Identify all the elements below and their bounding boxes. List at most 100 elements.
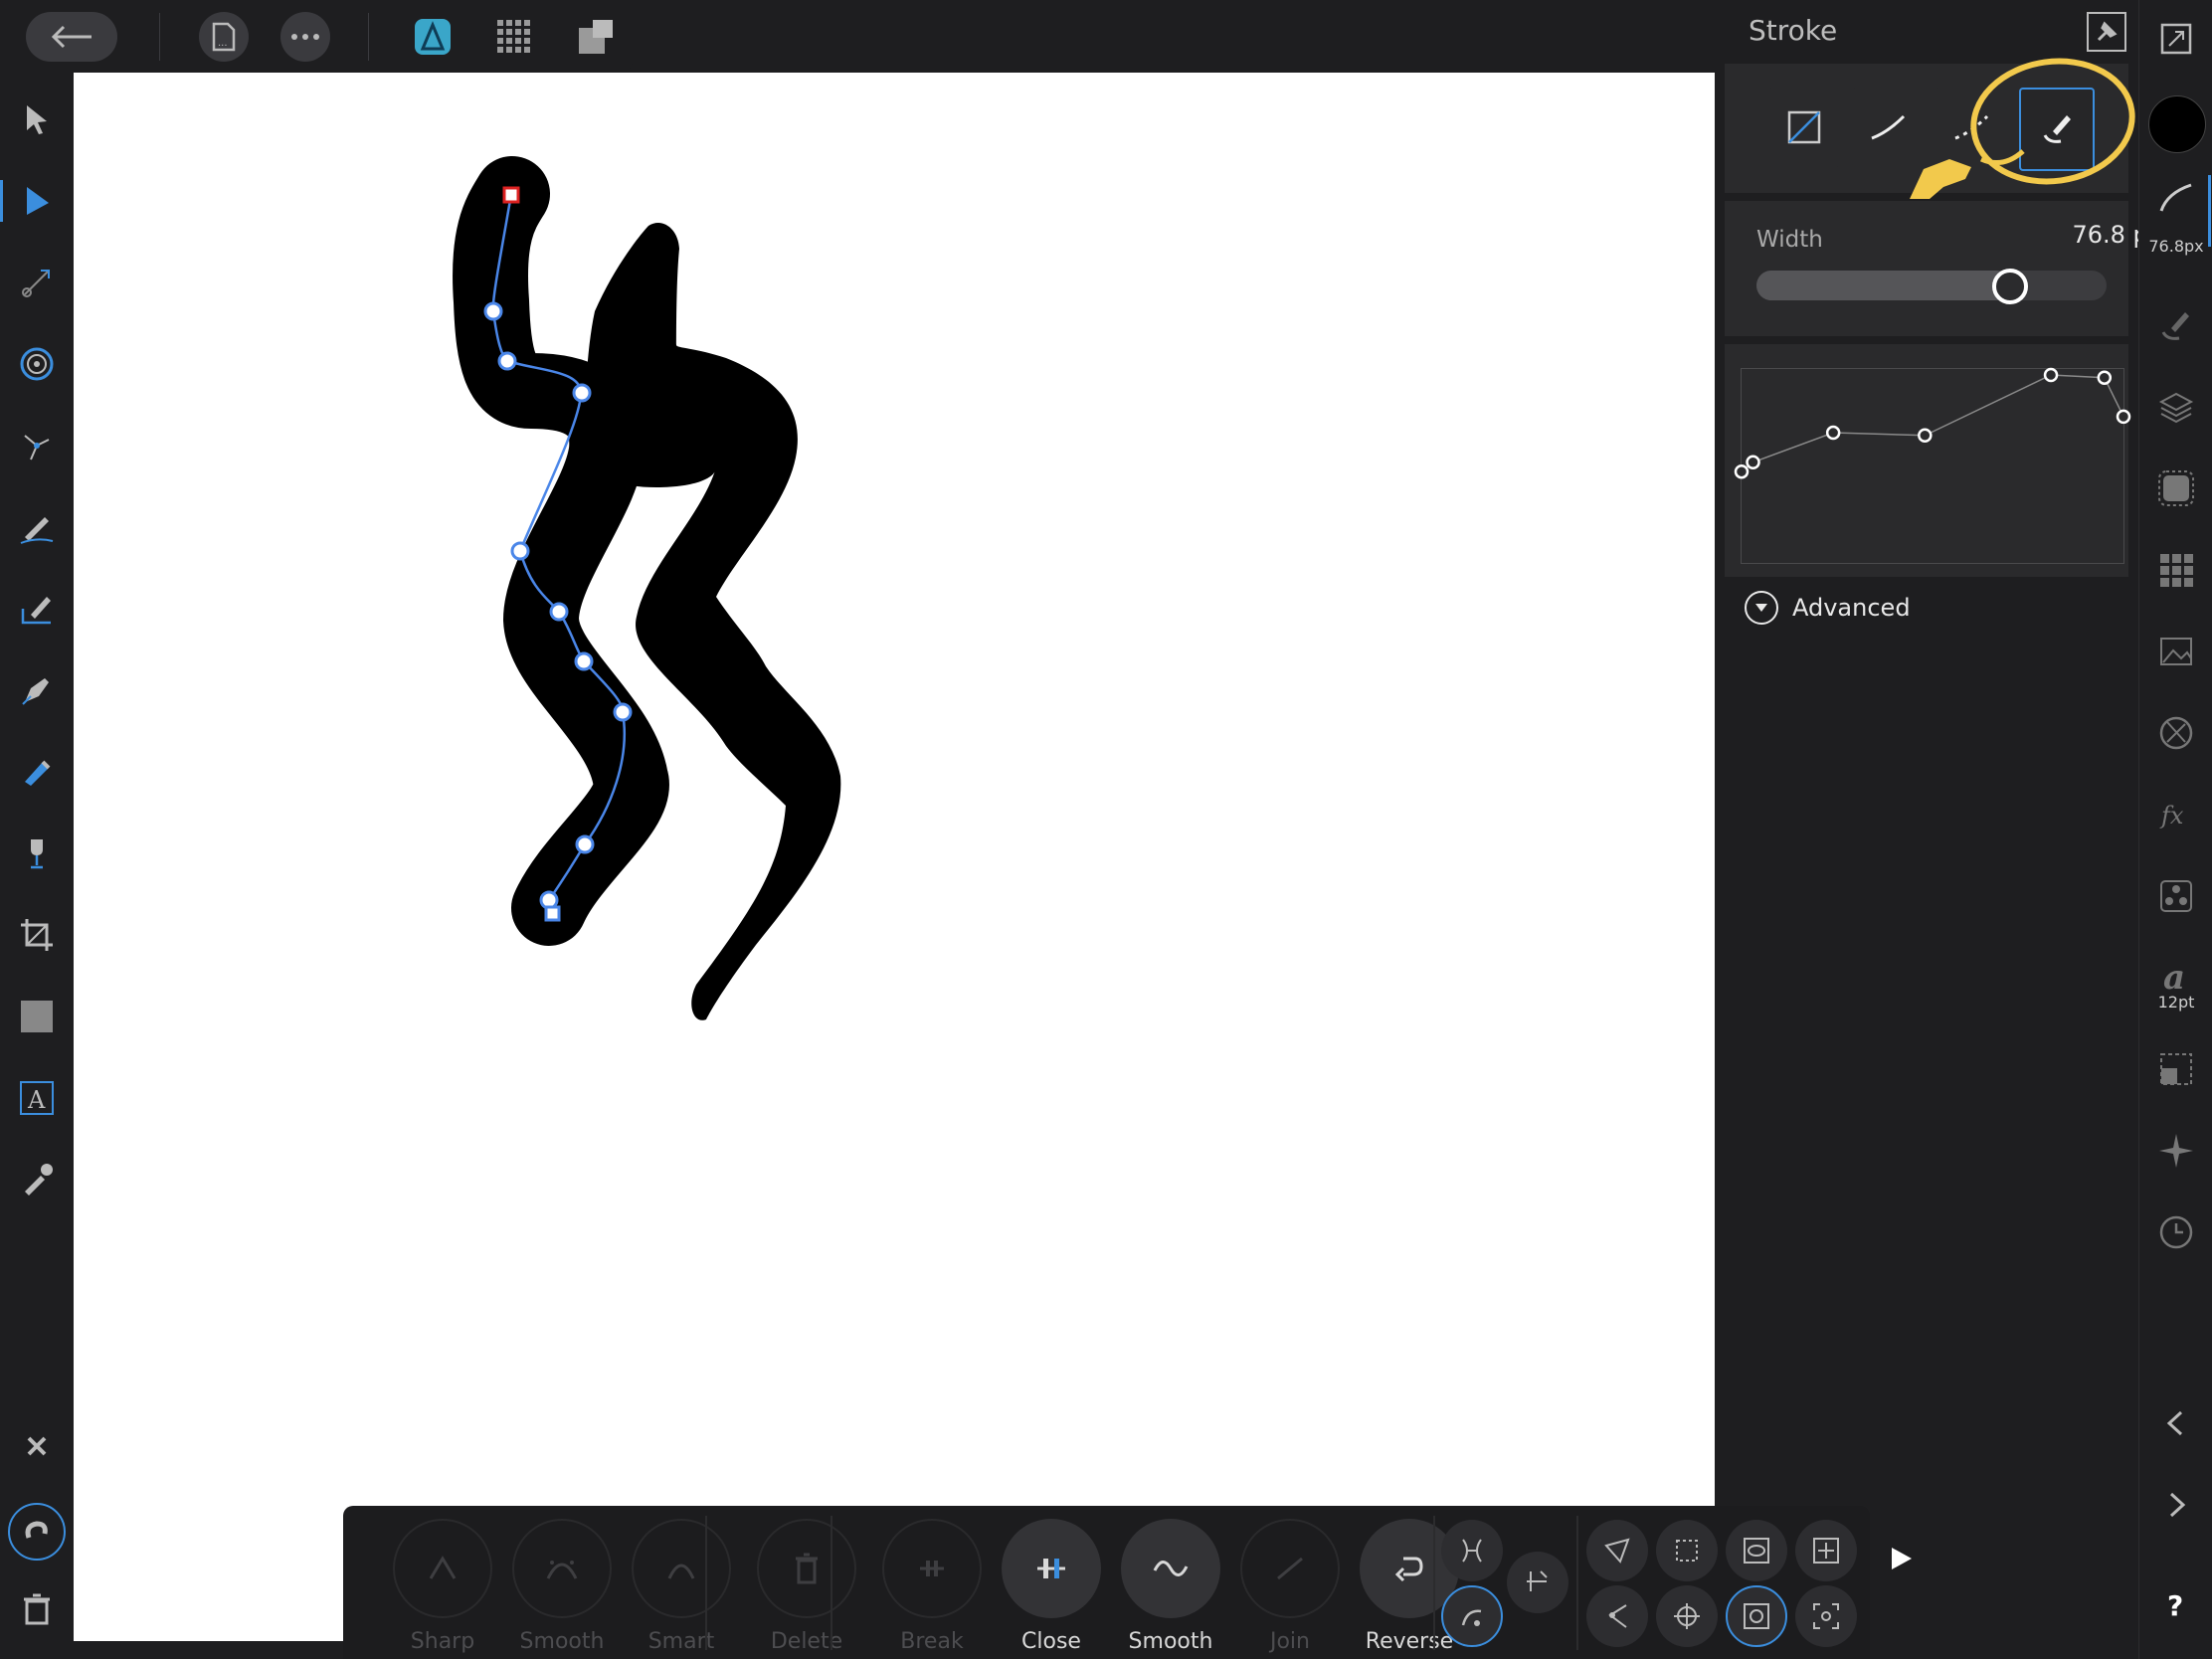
- pressure-point[interactable]: [2097, 370, 2113, 385]
- snap-to-nodes-button[interactable]: [1795, 1520, 1857, 1581]
- color-well[interactable]: [2148, 95, 2206, 153]
- effects-tab[interactable]: fx: [2151, 790, 2201, 839]
- align-nodes-button[interactable]: [1441, 1520, 1503, 1581]
- end-node[interactable]: [544, 905, 561, 922]
- crop-icon: [21, 919, 53, 951]
- curve-node[interactable]: [613, 702, 633, 722]
- collapse-left-button[interactable]: [2151, 1398, 2201, 1448]
- trash-icon: [796, 1553, 818, 1584]
- curve-node[interactable]: [510, 541, 530, 561]
- transform-tab[interactable]: [2151, 1044, 2201, 1094]
- close-button[interactable]: [1002, 1519, 1101, 1618]
- navigator-tab[interactable]: [2151, 1126, 2201, 1176]
- pressure-point[interactable]: [2116, 409, 2131, 425]
- fill-tool[interactable]: [12, 747, 62, 797]
- designer-persona-button[interactable]: [408, 12, 458, 62]
- dots-square-icon: [2160, 880, 2192, 912]
- history-tab[interactable]: [2151, 1207, 2201, 1257]
- context-button-label: Join: [1269, 1629, 1310, 1654]
- rounded-square-icon: [2158, 470, 2194, 506]
- layers-icon: [2158, 392, 2194, 424]
- start-node[interactable]: [502, 186, 520, 204]
- delete-button: [757, 1519, 856, 1618]
- pencil-tool[interactable]: [12, 502, 62, 552]
- select-mode-button[interactable]: [1586, 1585, 1648, 1647]
- curve-node[interactable]: [483, 301, 503, 321]
- text-frame-icon: A: [20, 1081, 54, 1115]
- swatches-tab[interactable]: [2151, 545, 2201, 595]
- snapping-button[interactable]: [8, 1503, 66, 1561]
- appearance-tab[interactable]: [2151, 463, 2201, 513]
- advanced-toggle[interactable]: Advanced: [1745, 591, 1911, 625]
- resize-canvas-icon: [2160, 23, 2192, 55]
- pressure-point[interactable]: [1734, 463, 1750, 479]
- curve-node[interactable]: [574, 651, 594, 671]
- layers-tab[interactable]: [2151, 382, 2201, 432]
- width-slider-knob[interactable]: [1992, 269, 2028, 304]
- move-tool[interactable]: [12, 94, 62, 144]
- transform-nodes-button[interactable]: [1726, 1585, 1787, 1647]
- point-transform-tool[interactable]: [12, 339, 62, 389]
- question-mark-icon: ?: [2167, 1589, 2183, 1622]
- vector-brush-tool[interactable]: [12, 584, 62, 634]
- curve-node[interactable]: [549, 602, 569, 622]
- document-canvas[interactable]: [74, 73, 1715, 1641]
- document-button[interactable]: ...: [199, 12, 249, 62]
- node-arrow-icon: [27, 187, 49, 215]
- assets-tab[interactable]: [2151, 627, 2201, 676]
- pressure-curve[interactable]: [1734, 367, 2131, 563]
- transparency-tool[interactable]: [12, 829, 62, 878]
- contour-tool[interactable]: [12, 421, 62, 470]
- pressure-point[interactable]: [1825, 425, 1841, 441]
- node-tool[interactable]: [12, 176, 62, 226]
- pressure-point[interactable]: [1746, 455, 1760, 469]
- curve-node[interactable]: [575, 834, 595, 854]
- pen-tool[interactable]: [12, 665, 62, 715]
- rectangle-tool[interactable]: [12, 992, 62, 1041]
- stroke-none-button[interactable]: [1768, 88, 1840, 167]
- brushes-tab[interactable]: [2151, 300, 2201, 350]
- more-button[interactable]: [280, 12, 330, 62]
- pressure-point[interactable]: [2043, 367, 2059, 383]
- symbols-tab[interactable]: [2151, 871, 2201, 921]
- help-button[interactable]: ?: [2151, 1579, 2201, 1629]
- smart-node-icon: [667, 1564, 695, 1579]
- expand-toolbar-button[interactable]: [1890, 1546, 1914, 1575]
- pixel-grid-icon: [497, 20, 530, 53]
- smooth-button[interactable]: [1121, 1519, 1220, 1618]
- crop-tool[interactable]: [12, 910, 62, 960]
- styles-tab[interactable]: [2151, 708, 2201, 758]
- show-handles-button[interactable]: [1726, 1520, 1787, 1581]
- brush-stroke-artwork[interactable]: [74, 73, 1715, 1641]
- width-slider-fill: [1756, 271, 2010, 300]
- color-picker-tool[interactable]: [12, 1155, 62, 1204]
- export-persona-button[interactable]: [571, 12, 621, 62]
- aperture-icon: [2159, 716, 2193, 750]
- context-button-label: Smart: [647, 1629, 715, 1654]
- pixel-persona-button[interactable]: [489, 12, 539, 62]
- delete-button[interactable]: [12, 1584, 62, 1634]
- curve-node[interactable]: [497, 351, 517, 371]
- context-button-label: Sharp: [410, 1629, 475, 1654]
- pressure-line: [1741, 374, 2124, 472]
- fx-icon: fx: [2159, 802, 2184, 830]
- document-setup-tab[interactable]: [2151, 14, 2201, 64]
- convert-button[interactable]: [1507, 1552, 1568, 1613]
- stroke-tab[interactable]: [2151, 173, 2201, 223]
- cancel-button[interactable]: [12, 1421, 62, 1471]
- center-node-button[interactable]: [1656, 1585, 1718, 1647]
- curve-node[interactable]: [572, 383, 592, 403]
- top-toolbar: ...: [0, 0, 633, 73]
- pressure-graph[interactable]: [1734, 367, 2131, 564]
- corner-tool[interactable]: [12, 258, 62, 307]
- fit-selection-button[interactable]: [1795, 1585, 1857, 1647]
- curve-mode-button[interactable]: [1441, 1585, 1503, 1647]
- width-slider[interactable]: [1756, 269, 2107, 304]
- back-button[interactable]: [26, 12, 117, 62]
- eye-box-icon: [1744, 1538, 1769, 1564]
- transform-mode-button[interactable]: [1586, 1520, 1648, 1581]
- artistic-text-tool[interactable]: A: [12, 1073, 62, 1123]
- bounding-box-button[interactable]: [1656, 1520, 1718, 1581]
- collapse-right-button[interactable]: [2151, 1480, 2201, 1530]
- pressure-point[interactable]: [1918, 428, 1933, 443]
